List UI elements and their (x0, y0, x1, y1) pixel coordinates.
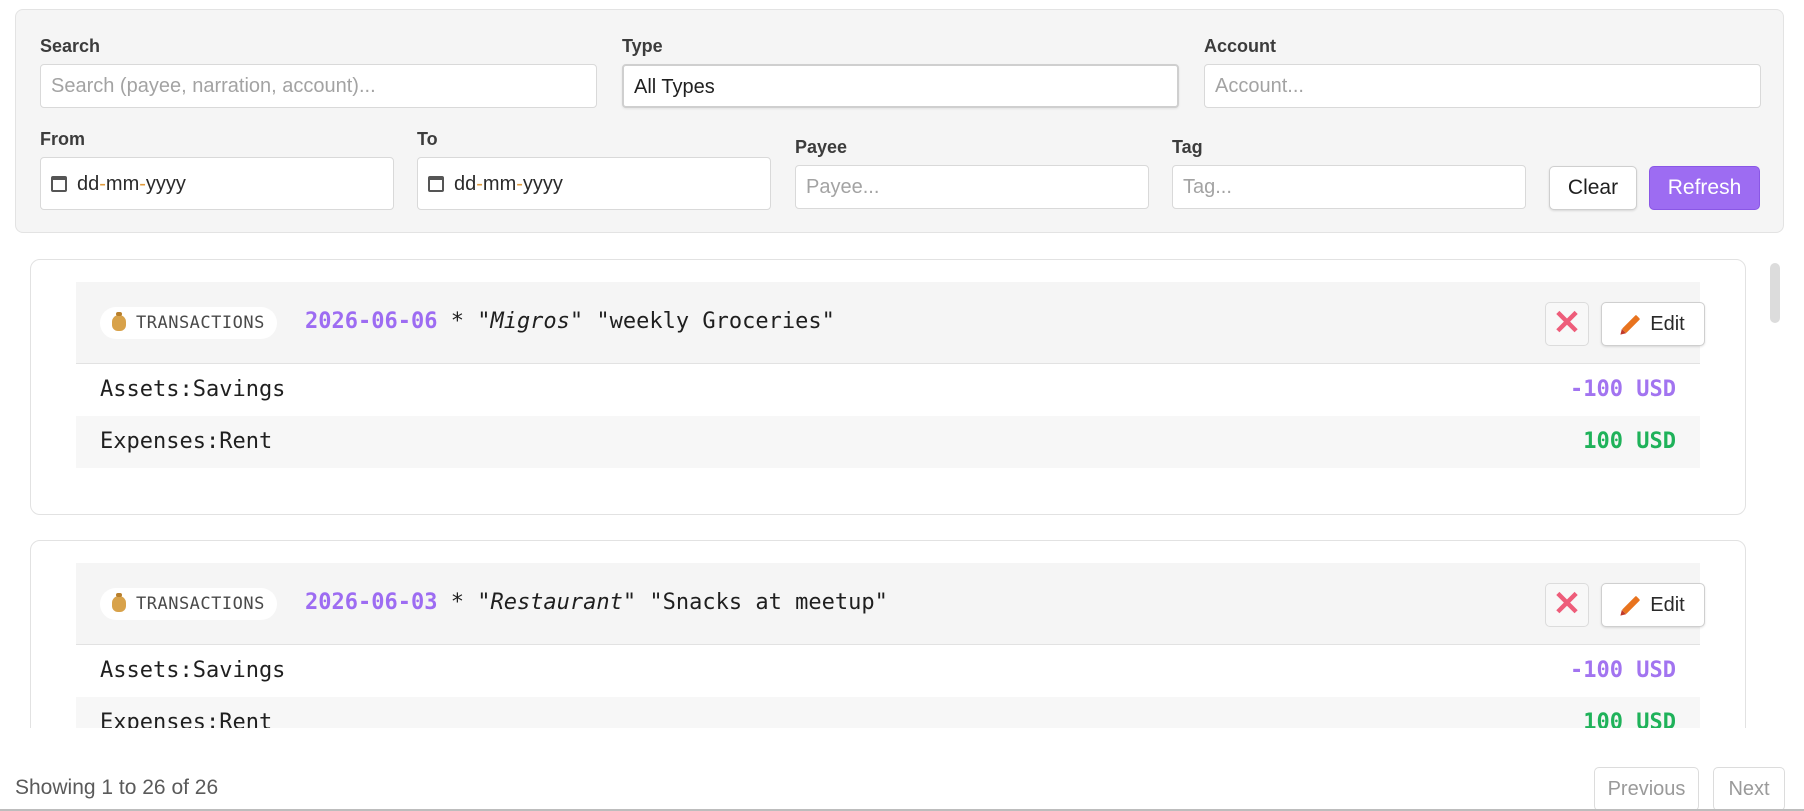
to-date-day: dd (454, 172, 477, 195)
pencil-icon (1622, 595, 1641, 615)
transaction-narration: "weekly Groceries" (596, 309, 835, 334)
transaction-card: TRANSACTIONS 2026-06-06 * "Migros" "week… (30, 259, 1746, 515)
filter-panel: Search Type All Types Account From dd-mm… (15, 9, 1784, 233)
pagination-summary: Showing 1 to 26 of 26 (15, 776, 219, 799)
calendar-icon (51, 175, 67, 192)
next-button[interactable]: Next (1713, 767, 1785, 811)
payee-label: Payee (795, 137, 848, 157)
delete-button[interactable]: ✕ (1545, 583, 1589, 627)
delete-button[interactable]: ✕ (1545, 302, 1589, 346)
pencil-icon (1622, 314, 1641, 334)
badge-label: TRANSACTIONS (136, 594, 265, 614)
close-icon: ✕ (1552, 585, 1582, 623)
transaction-line: 2026-06-06 * "Migros" "weekly Groceries" (305, 309, 835, 334)
edit-button[interactable]: Edit (1601, 583, 1705, 627)
transactions-badge: TRANSACTIONS (100, 307, 277, 339)
search-input[interactable] (40, 64, 597, 108)
from-date-month: mm (105, 172, 140, 195)
transaction-list[interactable]: TRANSACTIONS 2026-06-06 * "Migros" "week… (0, 250, 1804, 728)
type-select-value: All Types (634, 76, 715, 98)
transactions-badge: TRANSACTIONS (100, 588, 277, 620)
posting-account: Expenses:Rent (100, 710, 273, 728)
to-date-month: mm (482, 172, 517, 195)
from-date-input[interactable]: dd - mm - yyyy (40, 157, 394, 210)
calendar-icon (428, 175, 444, 192)
from-date-day: dd (77, 172, 100, 195)
to-label: To (417, 129, 438, 149)
transaction-date: 2026-06-03 (305, 590, 438, 615)
badge-label: TRANSACTIONS (136, 313, 265, 333)
money-bag-icon (112, 593, 126, 612)
edit-label: Edit (1650, 312, 1685, 335)
posting-account: Assets:Savings (100, 377, 286, 402)
transaction-header: TRANSACTIONS 2026-06-03 * "Restaurant" "… (76, 563, 1705, 645)
transaction-payee: "Migros" (477, 309, 584, 334)
posting-row: Assets:Savings -100 USD (76, 645, 1700, 697)
transaction-payee: "Restaurant" (477, 590, 637, 615)
posting-account: Expenses:Rent (100, 429, 273, 454)
tag-label: Tag (1172, 137, 1203, 157)
account-label: Account (1204, 36, 1276, 56)
transaction-flag: * (450, 309, 464, 334)
edit-button[interactable]: Edit (1601, 302, 1705, 346)
posting-account: Assets:Savings (100, 658, 286, 683)
posting-row: Expenses:Rent 100 USD (76, 697, 1700, 728)
transaction-line: 2026-06-03 * "Restaurant" "Snacks at mee… (305, 590, 888, 615)
type-label: Type (622, 36, 663, 56)
account-input[interactable] (1204, 64, 1761, 108)
close-icon: ✕ (1552, 304, 1582, 342)
tag-input[interactable] (1172, 165, 1526, 209)
clear-button[interactable]: Clear (1549, 166, 1637, 210)
posting-amount: -100 USD (1570, 658, 1676, 683)
posting-amount: 100 USD (1583, 710, 1676, 728)
to-date-input[interactable]: dd - mm - yyyy (417, 157, 771, 210)
posting-amount: -100 USD (1570, 377, 1676, 402)
edit-label: Edit (1650, 593, 1685, 616)
posting-row: Expenses:Rent 100 USD (76, 416, 1700, 468)
payee-input[interactable] (795, 165, 1149, 209)
from-date-year: yyyy (145, 172, 186, 195)
posting-amount: 100 USD (1583, 429, 1676, 454)
transaction-header: TRANSACTIONS 2026-06-06 * "Migros" "week… (76, 282, 1705, 364)
previous-button[interactable]: Previous (1594, 767, 1699, 811)
transaction-narration: "Snacks at meetup" (649, 590, 888, 615)
transaction-flag: * (450, 590, 464, 615)
transaction-date: 2026-06-06 (305, 309, 438, 334)
from-label: From (40, 129, 85, 149)
posting-row: Assets:Savings -100 USD (76, 364, 1700, 416)
transaction-card: TRANSACTIONS 2026-06-03 * "Restaurant" "… (30, 540, 1746, 728)
refresh-button[interactable]: Refresh (1649, 166, 1760, 210)
to-date-year: yyyy (522, 172, 563, 195)
type-select[interactable]: All Types (622, 64, 1179, 108)
money-bag-icon (112, 312, 126, 331)
scrollbar-thumb[interactable] (1770, 263, 1780, 323)
search-label: Search (40, 36, 101, 56)
